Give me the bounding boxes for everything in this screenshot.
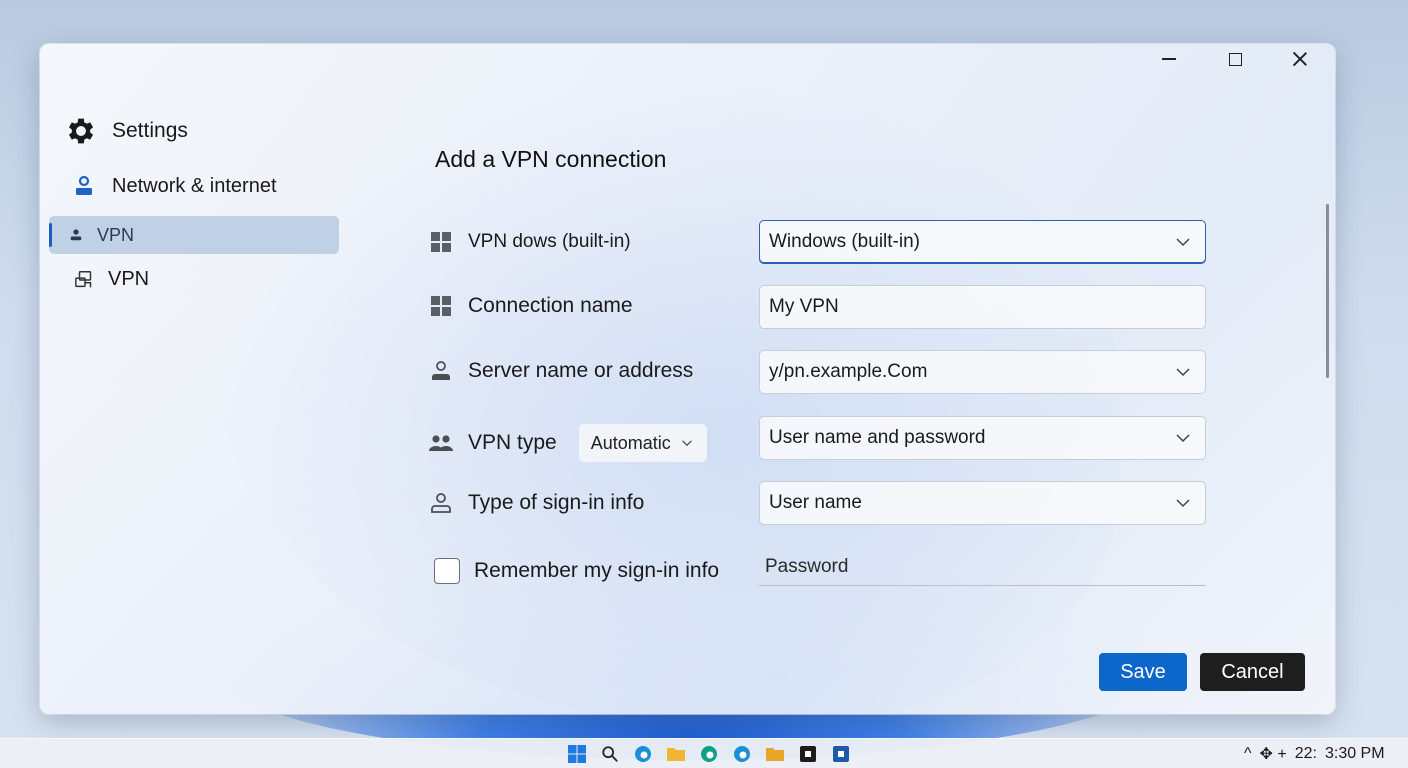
- vpn-type-automatic-select[interactable]: Automatic: [578, 424, 707, 462]
- sidebar-item-vpn-selected[interactable]: VPN: [49, 216, 339, 254]
- sidebar-item-vpn[interactable]: VPN: [74, 268, 149, 291]
- chevron-down-icon: [1176, 434, 1190, 443]
- row-label-text: Connection name: [468, 294, 633, 317]
- page-title: Add a VPN connection: [435, 146, 667, 172]
- dropdown-value: User name: [769, 492, 862, 513]
- person-outline-icon: [428, 490, 454, 516]
- folder-icon[interactable]: [764, 743, 785, 764]
- app-title: Settings: [64, 114, 188, 148]
- app-title-label: Settings: [112, 119, 188, 142]
- person-icon: [70, 229, 82, 241]
- windows-icon: [428, 229, 454, 255]
- dropdown-value: y/pn.example.Com: [769, 361, 928, 382]
- sign-in-type-dropdown[interactable]: User name: [759, 481, 1206, 525]
- windows-icon: [428, 293, 454, 319]
- scrollbar[interactable]: [1326, 204, 1329, 378]
- server-name-label: Server name or address: [428, 358, 693, 384]
- network-icon: [76, 175, 92, 195]
- taskbar: ^ ✥ + 22: 3:30 PM: [0, 738, 1408, 768]
- sign-in-type-label: Type of sign-in info: [428, 490, 644, 516]
- dropdown-value: Windows (built-in): [769, 231, 920, 252]
- taskbar-icons: [566, 743, 851, 764]
- vpn-type-label: VPN type Automatic: [428, 424, 707, 462]
- file-explorer-icon[interactable]: [665, 743, 686, 764]
- row-label-text: Server name or address: [468, 359, 694, 382]
- people-icon: [428, 430, 454, 456]
- remember-sign-in-row: Remember my sign-in info: [428, 558, 719, 584]
- connection-name-input[interactable]: My VPN: [759, 285, 1206, 329]
- search-icon[interactable]: [599, 743, 620, 764]
- sidebar-item-label: Network & internet: [112, 174, 277, 197]
- dropdown-value: User name and password: [769, 427, 986, 448]
- tray-extra-text: 22:: [1294, 745, 1317, 762]
- vpn-icon: [75, 270, 92, 287]
- row-label-text: Type of sign-in info: [468, 491, 645, 514]
- sidebar-item-label: VPN: [97, 224, 135, 245]
- system-tray: ^ ✥ + 22: 3:30 PM: [1244, 744, 1385, 764]
- row-label-text: VPN dows (built-in): [468, 231, 631, 252]
- app-icon[interactable]: [830, 743, 851, 764]
- app-icon[interactable]: [797, 743, 818, 764]
- password-placeholder: Password: [765, 555, 849, 577]
- sidebar-item-label: VPN: [108, 268, 150, 290]
- sidebar-item-network[interactable]: Network & internet: [72, 174, 277, 198]
- tray-chevron-icon[interactable]: ^: [1244, 745, 1252, 763]
- row-label-text: VPN type: [468, 431, 557, 454]
- password-field[interactable]: Password: [759, 548, 1206, 586]
- vpn-provider-dropdown[interactable]: Windows (built-in): [759, 220, 1206, 264]
- edge-icon[interactable]: [698, 743, 719, 764]
- vpn-provider-label: VPN dows (built-in): [428, 229, 631, 255]
- chevron-down-icon: [1176, 238, 1190, 247]
- chevron-down-icon: [1176, 368, 1190, 377]
- remember-sign-in-checkbox[interactable]: [434, 558, 460, 584]
- row-label-text: Remember my sign-in info: [474, 559, 720, 582]
- person-icon: [428, 358, 454, 384]
- close-icon: [1292, 51, 1308, 67]
- cancel-button[interactable]: Cancel: [1200, 653, 1305, 691]
- chevron-down-icon: [681, 440, 692, 447]
- mini-select-value: Automatic: [590, 432, 671, 453]
- wallpaper-swirl: [220, 84, 1120, 714]
- tray-status-icons[interactable]: ✥ +: [1260, 744, 1287, 764]
- minimize-icon: [1162, 58, 1176, 60]
- vpn-type-dropdown[interactable]: User name and password: [759, 416, 1206, 460]
- close-button[interactable]: [1277, 44, 1323, 74]
- maximize-button[interactable]: [1212, 44, 1258, 74]
- input-value: My VPN: [769, 296, 839, 317]
- connection-name-label: Connection name: [428, 293, 633, 319]
- start-icon[interactable]: [566, 743, 587, 764]
- edge-icon[interactable]: [731, 743, 752, 764]
- minimize-button[interactable]: [1146, 44, 1192, 74]
- settings-window: Settings Network & internet VPN VPN Add …: [40, 44, 1335, 714]
- clock[interactable]: 3:30 PM: [1325, 745, 1385, 763]
- chevron-down-icon: [1176, 499, 1190, 508]
- save-button[interactable]: Save: [1099, 653, 1187, 691]
- maximize-icon: [1228, 52, 1242, 66]
- gear-icon: [68, 118, 94, 144]
- edge-icon[interactable]: [632, 743, 653, 764]
- server-address-dropdown[interactable]: y/pn.example.Com: [759, 350, 1206, 394]
